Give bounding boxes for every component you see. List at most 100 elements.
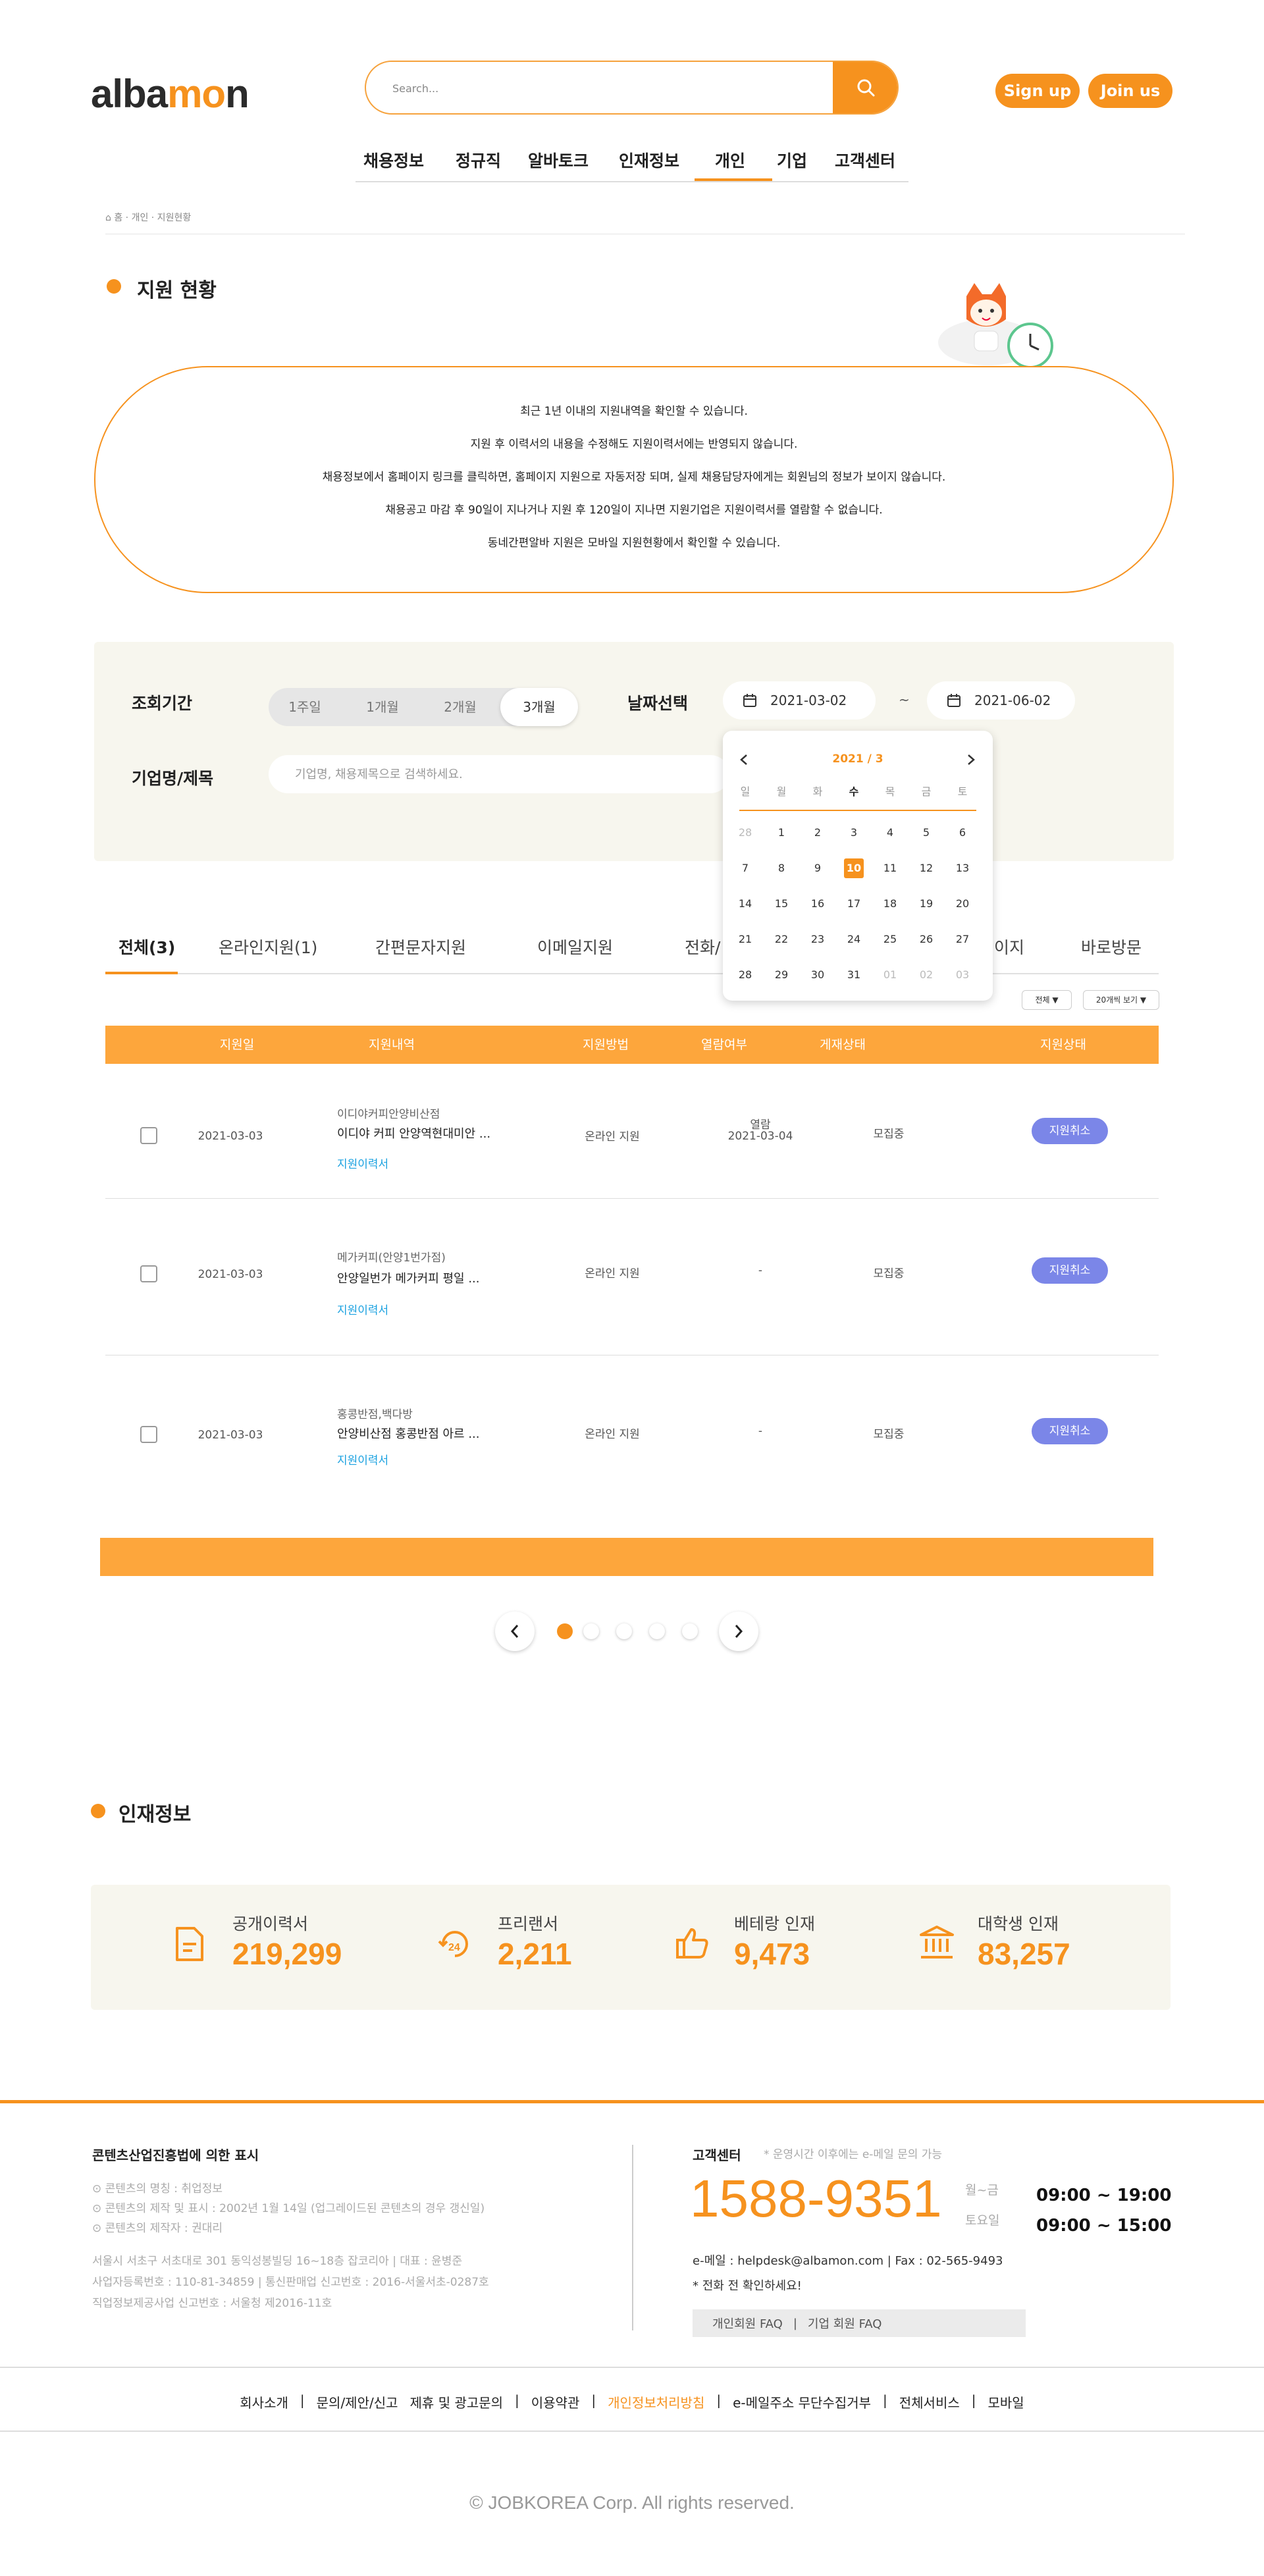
row-checkbox[interactable] [140, 1127, 157, 1144]
calendar-day[interactable]: 1 [770, 823, 793, 843]
job-title[interactable]: 안양일번가 메가커피 평일 ... [337, 1269, 480, 1286]
calendar-day[interactable]: 21 [734, 930, 756, 949]
page-dot[interactable] [616, 1623, 632, 1639]
footer-link-partnership[interactable]: 제휴 및 광고문의 [410, 2392, 504, 2411]
calendar-day[interactable]: 26 [915, 930, 937, 949]
calendar-day[interactable]: 29 [770, 965, 793, 985]
period-1month[interactable]: 1개월 [346, 688, 419, 726]
nav-item-company[interactable]: 기업 [777, 148, 807, 172]
calendar-day[interactable]: 9 [806, 858, 829, 878]
date-from-field[interactable]: 2021-03-02 [723, 681, 876, 720]
cancel-application-button[interactable]: 지원취소 [1032, 1418, 1108, 1444]
calendar-day[interactable]: 2 [806, 823, 829, 843]
calendar-day[interactable]: 13 [951, 858, 974, 878]
period-2month[interactable]: 2개월 [424, 688, 496, 726]
calendar-day[interactable]: 18 [879, 894, 901, 914]
footer-link-terms[interactable]: 이용약관 [531, 2392, 580, 2411]
search-button[interactable] [833, 62, 897, 113]
personal-faq-link[interactable]: 개인회원 FAQ [712, 2315, 783, 2332]
next-page-button[interactable] [719, 1612, 758, 1651]
keyword-input[interactable] [269, 755, 729, 793]
calendar-day[interactable]: 10 [844, 858, 864, 878]
calendar-day[interactable]: 17 [843, 894, 865, 914]
tab-online[interactable]: 온라인지원(1) [219, 935, 317, 959]
weekday-label: 수 [849, 785, 859, 798]
cs-phone-number[interactable]: 1588-9351 [690, 2169, 942, 2229]
svg-text:24: 24 [448, 1942, 460, 1953]
date-to-field[interactable]: 2021-06-02 [927, 681, 1075, 720]
albamon-logo[interactable]: albamon [91, 71, 250, 117]
row-checkbox[interactable] [140, 1426, 157, 1443]
nav-item-personal[interactable]: 개인 [715, 148, 745, 172]
calendar-day[interactable]: 27 [951, 930, 974, 949]
calendar-day[interactable]: 30 [806, 965, 829, 985]
job-title[interactable]: 안양비산점 홍콩반점 아르 ... [337, 1425, 480, 1442]
resume-link[interactable]: 지원이력서 [337, 1155, 388, 1171]
page-dot[interactable] [682, 1623, 698, 1639]
cancel-application-button[interactable]: 지원취소 [1032, 1118, 1108, 1144]
resume-link[interactable]: 지원이력서 [337, 1301, 388, 1317]
calendar-day[interactable]: 01 [879, 965, 901, 985]
cs-note: * 운영시간 이후에는 e-메일 문의 가능 [764, 2148, 943, 2161]
calendar-day[interactable]: 5 [915, 823, 937, 843]
tab-email[interactable]: 이메일지원 [537, 935, 613, 959]
calendar-day[interactable]: 12 [915, 858, 937, 878]
notice-line: 동네간편알바 지원은 모바일 지원현황에서 확인할 수 있습니다. [487, 537, 781, 550]
calendar-day[interactable]: 03 [951, 965, 974, 985]
row-checkbox[interactable] [140, 1265, 157, 1282]
period-3month[interactable]: 3개월 [500, 688, 578, 726]
calendar-day[interactable]: 15 [770, 894, 793, 914]
nav-item-support[interactable]: 고객센터 [835, 148, 895, 172]
calendar-day[interactable]: 19 [915, 894, 937, 914]
footer-link-email-policy[interactable]: e-메일주소 무단수집거부 [733, 2392, 871, 2411]
tab-homepage[interactable]: 이지 [994, 935, 1024, 959]
next-month-icon[interactable] [966, 754, 976, 766]
page-dot[interactable] [583, 1623, 599, 1639]
calendar-day[interactable]: 6 [951, 823, 974, 843]
nav-item-talent[interactable]: 인재정보 [619, 148, 679, 172]
calendar-day[interactable]: 8 [770, 858, 793, 878]
calendar-day[interactable]: 31 [843, 965, 865, 985]
tab-phone[interactable]: 전화/ [685, 935, 720, 959]
footer-link-privacy[interactable]: 개인정보처리방침 [608, 2392, 704, 2411]
calendar-day[interactable]: 16 [806, 894, 829, 914]
calendar-day[interactable]: 28 [734, 965, 756, 985]
footer-link-inquiry[interactable]: 문의/제안/신고 [317, 2392, 398, 2411]
calendar-day[interactable]: 7 [734, 858, 756, 878]
nav-item-albatalk[interactable]: 알바토크 [528, 148, 589, 172]
filter-type-select[interactable]: 전체 ▼ [1022, 990, 1072, 1010]
signup-button[interactable]: Sign up [995, 74, 1080, 108]
prev-page-button[interactable] [495, 1612, 535, 1651]
page-size-select[interactable]: 20개씩 보기 ▼ [1083, 990, 1159, 1010]
chevron-right-icon [735, 1625, 743, 1638]
tab-all[interactable]: 전체(3) [118, 935, 175, 959]
calendar-day[interactable]: 20 [951, 894, 974, 914]
calendar-day[interactable]: 4 [879, 823, 901, 843]
company-faq-link[interactable]: 기업 회원 FAQ [808, 2315, 882, 2332]
search-input[interactable] [392, 76, 814, 100]
tab-sms[interactable]: 간편문자지원 [375, 935, 466, 959]
joinus-button[interactable]: Join us [1088, 74, 1172, 108]
footer-link-mobile[interactable]: 모바일 [988, 2392, 1024, 2411]
calendar-day[interactable]: 24 [843, 930, 865, 949]
nav-item-fulltime[interactable]: 정규직 [456, 148, 501, 172]
footer-link-all-services[interactable]: 전체서비스 [899, 2392, 960, 2411]
page-dot-active[interactable] [557, 1623, 573, 1639]
cancel-application-button[interactable]: 지원취소 [1032, 1257, 1108, 1284]
period-1week[interactable]: 1주일 [269, 688, 341, 726]
resume-link[interactable]: 지원이력서 [337, 1451, 388, 1467]
calendar-day[interactable]: 28 [734, 823, 756, 843]
job-title[interactable]: 이디야 커피 안양역현대미안 ... [337, 1124, 490, 1142]
calendar-day[interactable]: 11 [879, 858, 901, 878]
notice-box: 최근 1년 이내의 지원내역을 확인할 수 있습니다. 지원 후 이력서의 내용… [94, 366, 1174, 593]
calendar-day[interactable]: 3 [843, 823, 865, 843]
calendar-day[interactable]: 02 [915, 965, 937, 985]
calendar-day[interactable]: 22 [770, 930, 793, 949]
tab-visit[interactable]: 바로방문 [1081, 935, 1142, 959]
page-dot[interactable] [649, 1623, 665, 1639]
calendar-day[interactable]: 14 [734, 894, 756, 914]
calendar-day[interactable]: 23 [806, 930, 829, 949]
calendar-day[interactable]: 25 [879, 930, 901, 949]
nav-item-jobs[interactable]: 채용정보 [363, 148, 424, 172]
footer-link-company[interactable]: 회사소개 [240, 2392, 288, 2411]
